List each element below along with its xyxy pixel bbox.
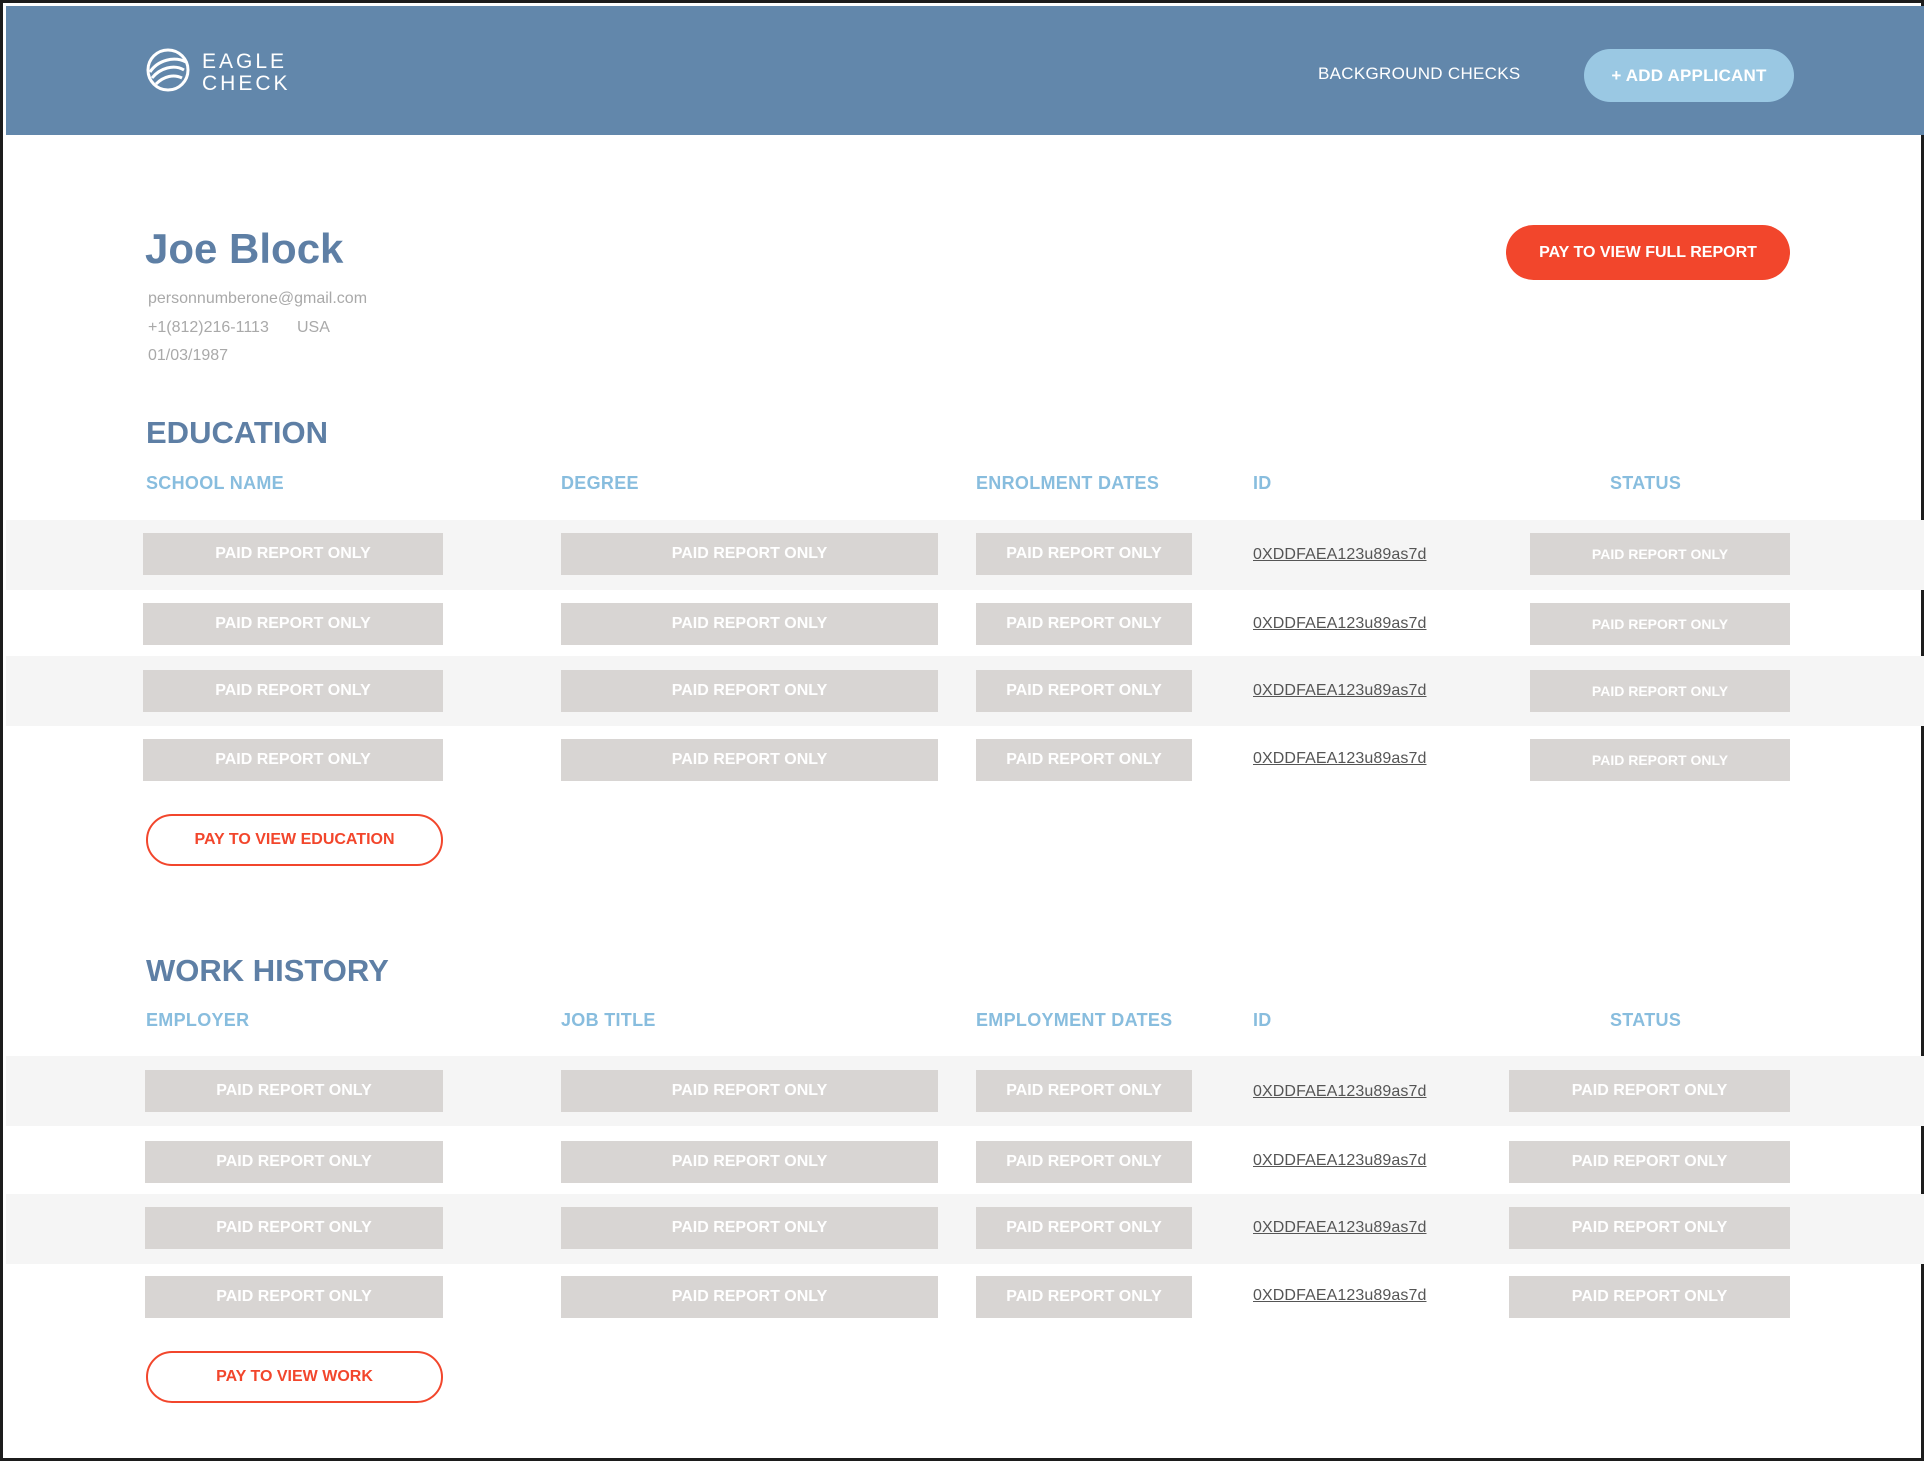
record-id-link[interactable]: 0XDDFAEA123u89as7d [1253,546,1426,564]
col-id: ID [1253,1010,1272,1030]
col-employment-dates: EMPLOYMENT DATES [976,1010,1173,1030]
redacted-dates: PAID REPORT ONLY [976,1276,1192,1318]
redacted-dates: PAID REPORT ONLY [976,670,1192,712]
redacted-status: PAID REPORT ONLY [1509,1207,1790,1249]
applicant-dob: 01/03/1987 [148,347,229,364]
redacted-dates: PAID REPORT ONLY [976,1207,1192,1249]
eagle-logo-icon [144,46,192,99]
record-id-link[interactable]: 0XDDFAEA123u89as7d [1253,615,1426,633]
redacted-school: PAID REPORT ONLY [143,739,443,781]
redacted-employer: PAID REPORT ONLY [145,1141,443,1183]
redacted-job-title: PAID REPORT ONLY [561,1141,938,1183]
redacted-status: PAID REPORT ONLY [1509,1276,1790,1318]
redacted-degree: PAID REPORT ONLY [561,533,938,575]
redacted-dates: PAID REPORT ONLY [976,1070,1192,1112]
redacted-status: PAID REPORT ONLY [1530,533,1790,575]
record-id-link[interactable]: 0XDDFAEA123u89as7d [1253,1083,1426,1101]
applicant-phone: +1(812)216-1113 [148,319,269,336]
redacted-dates: PAID REPORT ONLY [976,533,1192,575]
redacted-employer: PAID REPORT ONLY [145,1207,443,1249]
eagle-check-logo[interactable]: EAGLE CHECK [144,46,291,99]
nav-background-checks[interactable]: BACKGROUND CHECKS [1318,64,1521,84]
redacted-dates: PAID REPORT ONLY [976,603,1192,645]
col-id: ID [1253,473,1272,493]
redacted-status: PAID REPORT ONLY [1530,739,1790,781]
redacted-status: PAID REPORT ONLY [1530,670,1790,712]
education-title: EDUCATION [146,415,328,450]
redacted-job-title: PAID REPORT ONLY [561,1276,938,1318]
pay-full-report-button[interactable]: PAY TO VIEW FULL REPORT [1506,225,1790,280]
logo-line-2: CHECK [202,71,291,95]
redacted-employer: PAID REPORT ONLY [145,1276,443,1318]
col-status: STATUS [1610,473,1682,493]
col-job-title: JOB TITLE [561,1010,656,1030]
redacted-degree: PAID REPORT ONLY [561,603,938,645]
applicant-country: USA [297,319,330,336]
applicant-email: personnumberone@gmail.com [148,290,368,307]
record-id-link[interactable]: 0XDDFAEA123u89as7d [1253,750,1426,768]
redacted-status: PAID REPORT ONLY [1509,1141,1790,1183]
record-id-link[interactable]: 0XDDFAEA123u89as7d [1253,1152,1426,1170]
work-history-title: WORK HISTORY [146,953,389,988]
record-id-link[interactable]: 0XDDFAEA123u89as7d [1253,1219,1426,1237]
col-degree: DEGREE [561,473,639,493]
applicant-name: Joe Block [145,225,344,272]
top-nav-bar: EAGLE CHECK BACKGROUND CHECKS + ADD APPL… [6,6,1924,135]
redacted-school: PAID REPORT ONLY [143,533,443,575]
redacted-job-title: PAID REPORT ONLY [561,1207,938,1249]
record-id-link[interactable]: 0XDDFAEA123u89as7d [1253,682,1426,700]
logo-line-1: EAGLE [202,49,288,73]
redacted-degree: PAID REPORT ONLY [561,739,938,781]
redacted-school: PAID REPORT ONLY [143,603,443,645]
logo-wordmark: EAGLE CHECK [202,49,291,95]
redacted-dates: PAID REPORT ONLY [976,1141,1192,1183]
col-school-name: SCHOOL NAME [146,473,284,493]
record-id-link[interactable]: 0XDDFAEA123u89as7d [1253,1287,1426,1305]
col-employer: EMPLOYER [146,1010,250,1030]
col-enrolment-dates: ENROLMENT DATES [976,473,1160,493]
pay-work-button[interactable]: PAY TO VIEW WORK [146,1351,443,1403]
redacted-employer: PAID REPORT ONLY [145,1070,443,1112]
redacted-degree: PAID REPORT ONLY [561,670,938,712]
redacted-job-title: PAID REPORT ONLY [561,1070,938,1112]
add-applicant-button[interactable]: + ADD APPLICANT [1584,49,1794,102]
app-frame: EAGLE CHECK BACKGROUND CHECKS + ADD APPL… [0,0,1924,1461]
redacted-status: PAID REPORT ONLY [1530,603,1790,645]
pay-education-button[interactable]: PAY TO VIEW EDUCATION [146,814,443,866]
redacted-school: PAID REPORT ONLY [143,670,443,712]
redacted-status: PAID REPORT ONLY [1509,1070,1790,1112]
redacted-dates: PAID REPORT ONLY [976,739,1192,781]
col-status: STATUS [1610,1010,1682,1030]
